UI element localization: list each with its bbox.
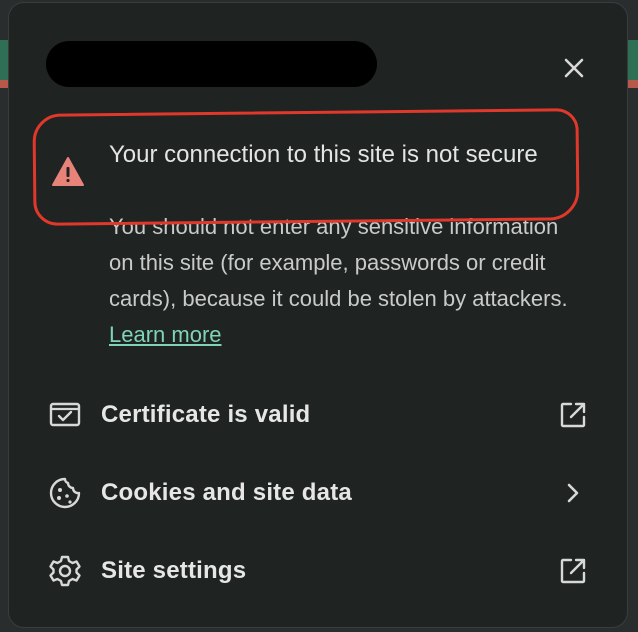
close-icon [564, 58, 584, 78]
learn-more-link[interactable]: Learn more [109, 322, 222, 347]
redacted-site-name [46, 41, 377, 87]
site-info-popup: Your connection to this site is not secu… [8, 2, 628, 628]
row-label: Site settings [101, 557, 247, 584]
external-link-icon[interactable] [555, 553, 591, 589]
warning-triangle-icon [51, 156, 85, 188]
warning-title: Your connection to this site is not secu… [109, 141, 538, 168]
warning-description: You should not enter any sensitive infor… [109, 209, 579, 353]
row-label: Certificate is valid [101, 401, 311, 428]
row-site-settings[interactable]: Site settings [9, 539, 627, 603]
row-label: Cookies and site data [101, 479, 352, 506]
row-cookies[interactable]: Cookies and site data [9, 461, 627, 525]
external-link-icon[interactable] [555, 397, 591, 433]
certificate-icon [47, 397, 83, 433]
warning-body-text: You should not enter any sensitive infor… [109, 214, 568, 311]
gear-icon [47, 553, 83, 589]
chevron-right-icon[interactable] [555, 475, 591, 511]
close-button[interactable] [557, 51, 591, 85]
cookie-icon [47, 475, 83, 511]
row-certificate[interactable]: Certificate is valid [9, 383, 627, 447]
